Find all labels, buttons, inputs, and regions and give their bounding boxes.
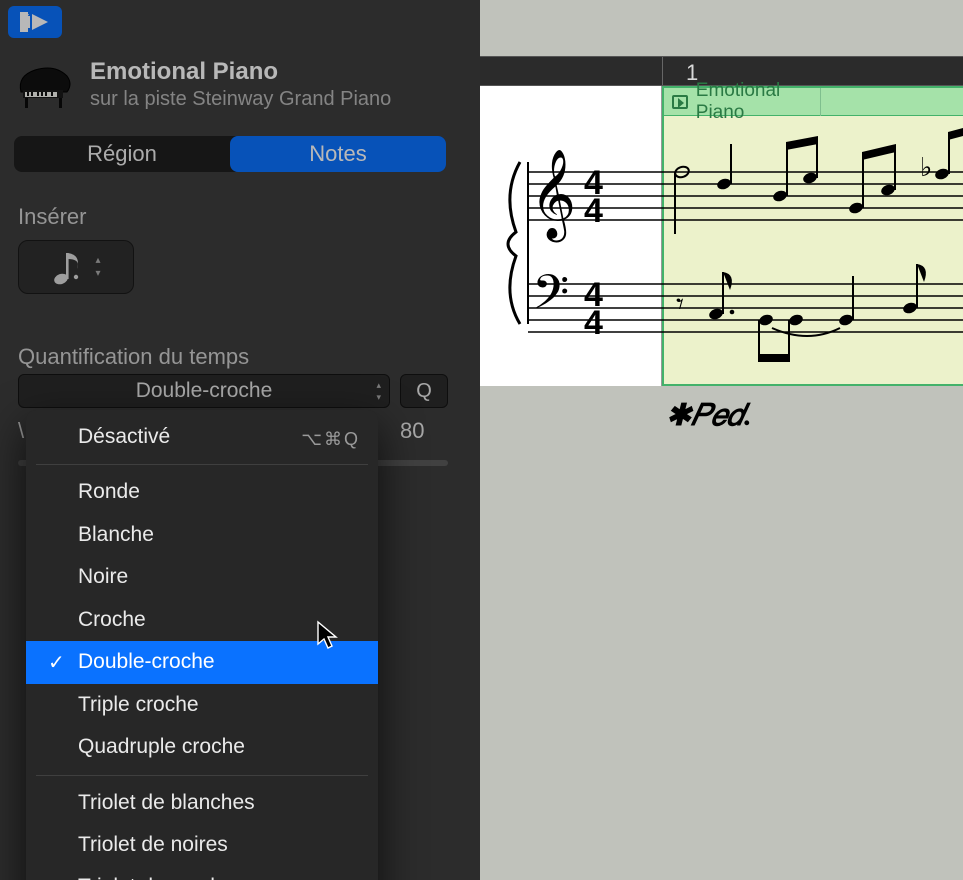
menu-item[interactable]: Blanche — [26, 514, 378, 556]
menu-item-label: Blanche — [78, 523, 154, 546]
quantize-select[interactable]: Double-croche ▴ ▾ — [18, 374, 390, 408]
svg-text:𝄾: 𝄾 — [676, 288, 684, 321]
menu-divider — [36, 464, 368, 465]
menu-item-deactivated[interactable]: Désactivé ⌥⌘Q — [26, 416, 378, 458]
menu-item[interactable]: Quadruple croche — [26, 726, 378, 768]
svg-text:4: 4 — [584, 304, 603, 342]
stepper-up-icon: ▴ — [376, 380, 381, 391]
stepper-down-icon: ▾ — [376, 392, 381, 403]
svg-text:♭: ♭ — [920, 152, 932, 182]
menu-item[interactable]: Triolet de croches — [26, 866, 378, 880]
menu-item-label: Triolet de noires — [78, 833, 228, 856]
menu-item-label: Croche — [78, 608, 146, 631]
segment-region[interactable]: Région — [14, 136, 230, 172]
pedal-marking: ✱𝑃𝑒𝑑. — [666, 398, 752, 433]
grand-piano-icon — [14, 61, 76, 109]
view-segmented-control: Région Notes — [14, 136, 446, 172]
grand-staff: 𝄞 𝄢 4 4 4 4 ♭ 𝄾 — [480, 114, 963, 374]
menu-item-label: Double-croche — [78, 650, 215, 673]
score-area: 1 Emotional Piano 𝄞 — [480, 0, 963, 880]
svg-text:4: 4 — [584, 192, 603, 230]
region-title: Emotional Piano — [90, 58, 391, 86]
filter-play-button[interactable] — [8, 6, 62, 38]
region-tick — [820, 88, 821, 116]
velocity-left-char: \ — [18, 418, 24, 444]
menu-item[interactable]: Triple croche — [26, 684, 378, 726]
menu-item-label: Triolet de croches — [78, 875, 244, 880]
menu-item-label: Désactivé — [78, 425, 170, 448]
check-icon: ✓ — [48, 649, 65, 678]
menu-item-label: Triolet de blanches — [78, 791, 255, 814]
insert-label: Insérer — [18, 204, 86, 230]
menu-item-selected[interactable]: ✓ Double-croche — [26, 641, 378, 683]
region-subtitle: sur la piste Steinway Grand Piano — [90, 88, 391, 111]
menu-divider — [36, 775, 368, 776]
menu-item[interactable]: Triolet de blanches — [26, 782, 378, 824]
menu-item[interactable]: Triolet de noires — [26, 824, 378, 866]
region-header: Emotional Piano sur la piste Steinway Gr… — [14, 58, 391, 111]
menu-item[interactable]: Croche — [26, 599, 378, 641]
quantize-menu: Désactivé ⌥⌘Q Ronde Blanche Noire Croche… — [26, 410, 378, 880]
insert-note-picker[interactable]: ▴ ▾ — [18, 240, 134, 294]
region-play-icon — [672, 95, 688, 109]
apply-quantize-button[interactable]: Q — [400, 374, 448, 408]
menu-item-label: Noire — [78, 565, 128, 588]
ruler-tick — [662, 57, 663, 85]
velocity-value: 80 — [400, 418, 424, 444]
segment-notes[interactable]: Notes — [230, 136, 446, 172]
menu-item-label: Triple croche — [78, 693, 199, 716]
menu-item[interactable]: Noire — [26, 556, 378, 598]
stepper-arrows[interactable]: ▴ ▾ — [95, 255, 100, 279]
filter-play-icon — [18, 12, 52, 32]
menu-item-label: Quadruple croche — [78, 735, 245, 758]
menu-item-label: Ronde — [78, 480, 140, 503]
region-tab[interactable]: Emotional Piano — [664, 88, 963, 116]
eighth-note-icon — [51, 247, 85, 287]
menu-item[interactable]: Ronde — [26, 471, 378, 513]
quantize-label: Quantification du temps — [18, 344, 249, 370]
stepper-down-icon: ▾ — [95, 268, 100, 279]
stepper-up-icon: ▴ — [95, 255, 100, 266]
menu-shortcut: ⌥⌘Q — [301, 426, 360, 452]
svg-text:𝄞: 𝄞 — [530, 149, 576, 243]
quantize-value: Double-croche — [136, 379, 273, 403]
stepper-arrows[interactable]: ▴ ▾ — [376, 380, 381, 403]
svg-text:𝄢: 𝄢 — [532, 266, 569, 331]
